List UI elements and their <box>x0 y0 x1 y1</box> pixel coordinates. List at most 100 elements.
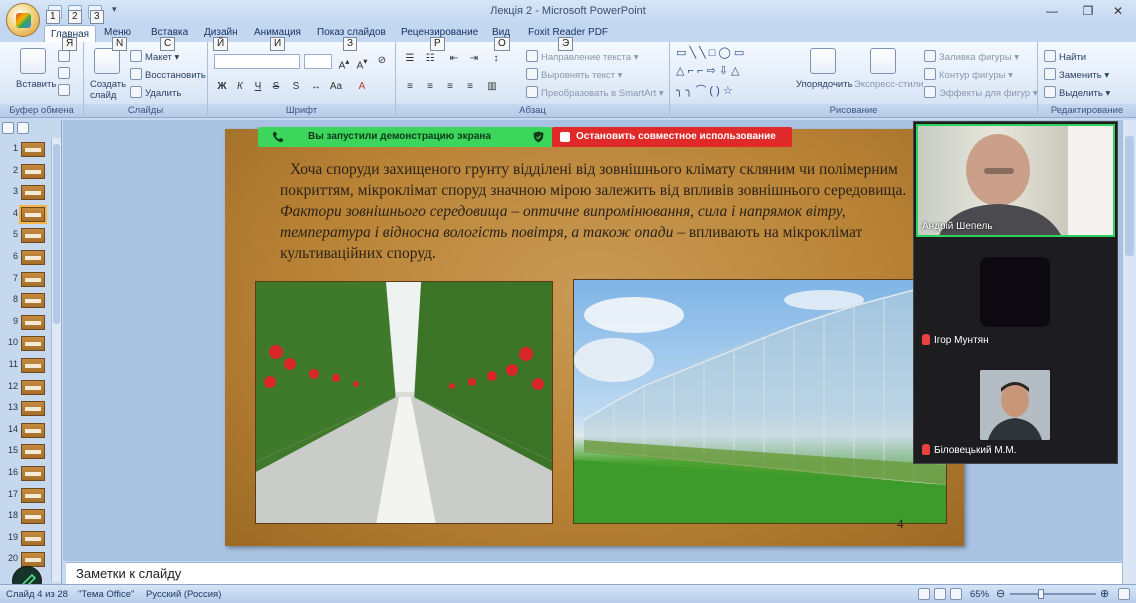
outline-tab-icon[interactable] <box>17 122 29 134</box>
paste-button[interactable]: Вставить <box>16 79 56 90</box>
slide-thumbnail[interactable]: 15 <box>4 442 56 461</box>
slide-thumbnail[interactable]: 14 <box>4 421 56 440</box>
slide-thumbnail[interactable]: 3 <box>4 183 56 202</box>
quick-styles-button[interactable]: Экспресс-стили <box>854 79 923 90</box>
notes-pane[interactable]: Заметки к слайду <box>66 562 1122 584</box>
align-right-icon[interactable]: ≡ <box>442 80 458 94</box>
slide-canvas[interactable]: Хоча споруди захищеного грунту відділені… <box>225 129 964 546</box>
minimize-button[interactable]: — <box>1034 0 1070 22</box>
screen-share-banner: Вы запустили демонстрацию экрана <box>258 127 552 147</box>
italic-icon[interactable]: К <box>232 80 248 94</box>
numbering-icon[interactable]: ☷ <box>422 52 438 66</box>
replace-button[interactable]: Заменить ▾ <box>1044 68 1109 81</box>
bullets-icon[interactable]: ☰ <box>402 52 418 66</box>
slide-thumbnail-image <box>21 271 45 287</box>
line-spacing-icon[interactable]: ↕ <box>488 52 504 66</box>
slide-thumbnail[interactable]: 7 <box>4 270 56 289</box>
bold-icon[interactable]: Ж <box>214 80 230 94</box>
zoom-out-icon[interactable]: ⊖ <box>996 587 1005 600</box>
arrange-button[interactable]: Упорядочить <box>796 79 853 90</box>
zoom-in-icon[interactable]: ⊕ <box>1100 587 1109 600</box>
paste-icon <box>20 48 46 74</box>
slide-thumbnail[interactable]: 6 <box>4 248 56 267</box>
slide-thumbnail[interactable]: 16 <box>4 464 56 483</box>
cut-icon[interactable] <box>58 50 70 62</box>
thumbnail-scrollbar[interactable] <box>51 138 61 582</box>
participant-tile-active[interactable]: Андрій Шепель <box>916 124 1115 237</box>
align-center-icon[interactable]: ≡ <box>422 80 438 94</box>
slide-thumbnail[interactable]: 11 <box>4 356 56 375</box>
slide-thumbnail[interactable]: 4 <box>4 204 56 224</box>
shape-effects-button[interactable]: Эффекты для фигур ▾ <box>924 86 1038 99</box>
close-button[interactable]: ✕ <box>1100 0 1136 22</box>
participant-video-3[interactable] <box>980 370 1050 440</box>
grow-font-icon[interactable]: A▴ <box>336 54 352 71</box>
status-language[interactable]: Русский (Россия) <box>146 589 221 600</box>
justify-icon[interactable]: ≡ <box>462 80 478 94</box>
slide-thumbnail[interactable]: 17 <box>4 486 56 505</box>
increase-indent-icon[interactable]: ⇥ <box>466 52 482 66</box>
office-button[interactable] <box>6 3 40 37</box>
find-button[interactable]: Найти <box>1044 50 1086 63</box>
slide-thumbnail[interactable]: 1 <box>4 140 56 159</box>
slide-body-text[interactable]: Хоча споруди захищеного грунту відділені… <box>280 159 920 264</box>
zoom-slider[interactable] <box>1010 589 1096 599</box>
copy-icon[interactable] <box>58 67 70 79</box>
shape-outline-button[interactable]: Контур фигуры ▾ <box>924 68 1013 81</box>
slide-number: 4 <box>897 516 904 531</box>
greenhouse-exterior-photo[interactable] <box>573 279 947 524</box>
ribbon: Вставить Буфер обмена Создать слайд Маке… <box>0 42 1136 118</box>
font-size-combo[interactable] <box>304 54 332 69</box>
layout-button[interactable]: Макет ▾ <box>130 50 179 63</box>
zoom-slider-knob[interactable] <box>1038 589 1044 599</box>
sorter-view-icon[interactable] <box>934 588 946 600</box>
slide-scroll-thumb[interactable] <box>1125 136 1134 256</box>
font-color-icon[interactable]: A <box>354 80 370 94</box>
font-name-combo[interactable] <box>214 54 300 69</box>
decrease-indent-icon[interactable]: ⇤ <box>446 52 462 66</box>
reset-button[interactable]: Восстановить <box>130 68 206 81</box>
tomato-greenhouse-photo[interactable] <box>255 281 553 524</box>
select-button[interactable]: Выделить ▾ <box>1044 86 1110 99</box>
slide-thumbnail-number: 7 <box>12 272 18 283</box>
slide-thumbnail[interactable]: 12 <box>4 378 56 397</box>
slide-thumbnail[interactable]: 19 <box>4 529 56 548</box>
case-icon[interactable]: Aa <box>328 80 344 94</box>
slides-tab-icon[interactable] <box>2 122 14 134</box>
strike-icon[interactable]: S <box>268 80 284 94</box>
delete-slide-button[interactable]: Удалить <box>130 86 181 99</box>
slide-thumbnail[interactable]: 13 <box>4 399 56 418</box>
shrink-font-icon[interactable]: A▾ <box>354 54 370 71</box>
format-painter-icon[interactable] <box>58 84 70 96</box>
select-icon <box>1044 86 1056 98</box>
normal-view-icon[interactable] <box>918 588 930 600</box>
slideshow-view-icon[interactable] <box>950 588 962 600</box>
quick-styles-icon <box>870 48 896 74</box>
shape-fill-button[interactable]: Заливка фигуры ▾ <box>924 50 1019 63</box>
shadow-icon[interactable]: S <box>288 80 304 94</box>
shapes-gallery[interactable]: ▭ ╲ ╲ □ ◯ ▭ △ ⌐ ⌐ ⇨ ⇩ △ ╮ ╮ ⌒ ( ) ☆ <box>676 46 788 102</box>
spacing-icon[interactable]: ↔ <box>308 80 324 94</box>
columns-icon[interactable]: ▥ <box>484 80 500 94</box>
tomato-rows-image <box>256 282 552 523</box>
slide-thumbnail[interactable]: 10 <box>4 334 56 353</box>
text-direction-button[interactable]: Направление текста ▾ <box>526 50 638 63</box>
thumbnail-scroll-thumb[interactable] <box>53 144 60 324</box>
clear-format-icon[interactable]: ⊘ <box>374 54 390 68</box>
slide-thumbnail[interactable]: 18 <box>4 507 56 526</box>
new-slide-button[interactable]: Создать слайд <box>90 79 130 101</box>
align-left-icon[interactable]: ≡ <box>402 80 418 94</box>
slide-thumbnail[interactable]: 2 <box>4 162 56 181</box>
stop-share-button[interactable]: Остановить совместное использование <box>552 127 792 147</box>
underline-icon[interactable]: Ч <box>250 80 266 94</box>
slide-thumbnail[interactable]: 9 <box>4 313 56 332</box>
smartart-button[interactable]: Преобразовать в SmartArt ▾ <box>526 86 664 99</box>
shield-icon[interactable] <box>533 131 544 143</box>
zoom-level[interactable]: 65% <box>970 589 989 600</box>
slide-thumbnail[interactable]: 5 <box>4 226 56 245</box>
slide-thumbnail[interactable]: 8 <box>4 291 56 310</box>
slide-scrollbar[interactable] <box>1122 120 1136 584</box>
fit-window-icon[interactable] <box>1118 588 1130 600</box>
participant-avatar-2[interactable] <box>980 257 1050 327</box>
align-text-button[interactable]: Выровнять текст ▾ <box>526 68 622 81</box>
